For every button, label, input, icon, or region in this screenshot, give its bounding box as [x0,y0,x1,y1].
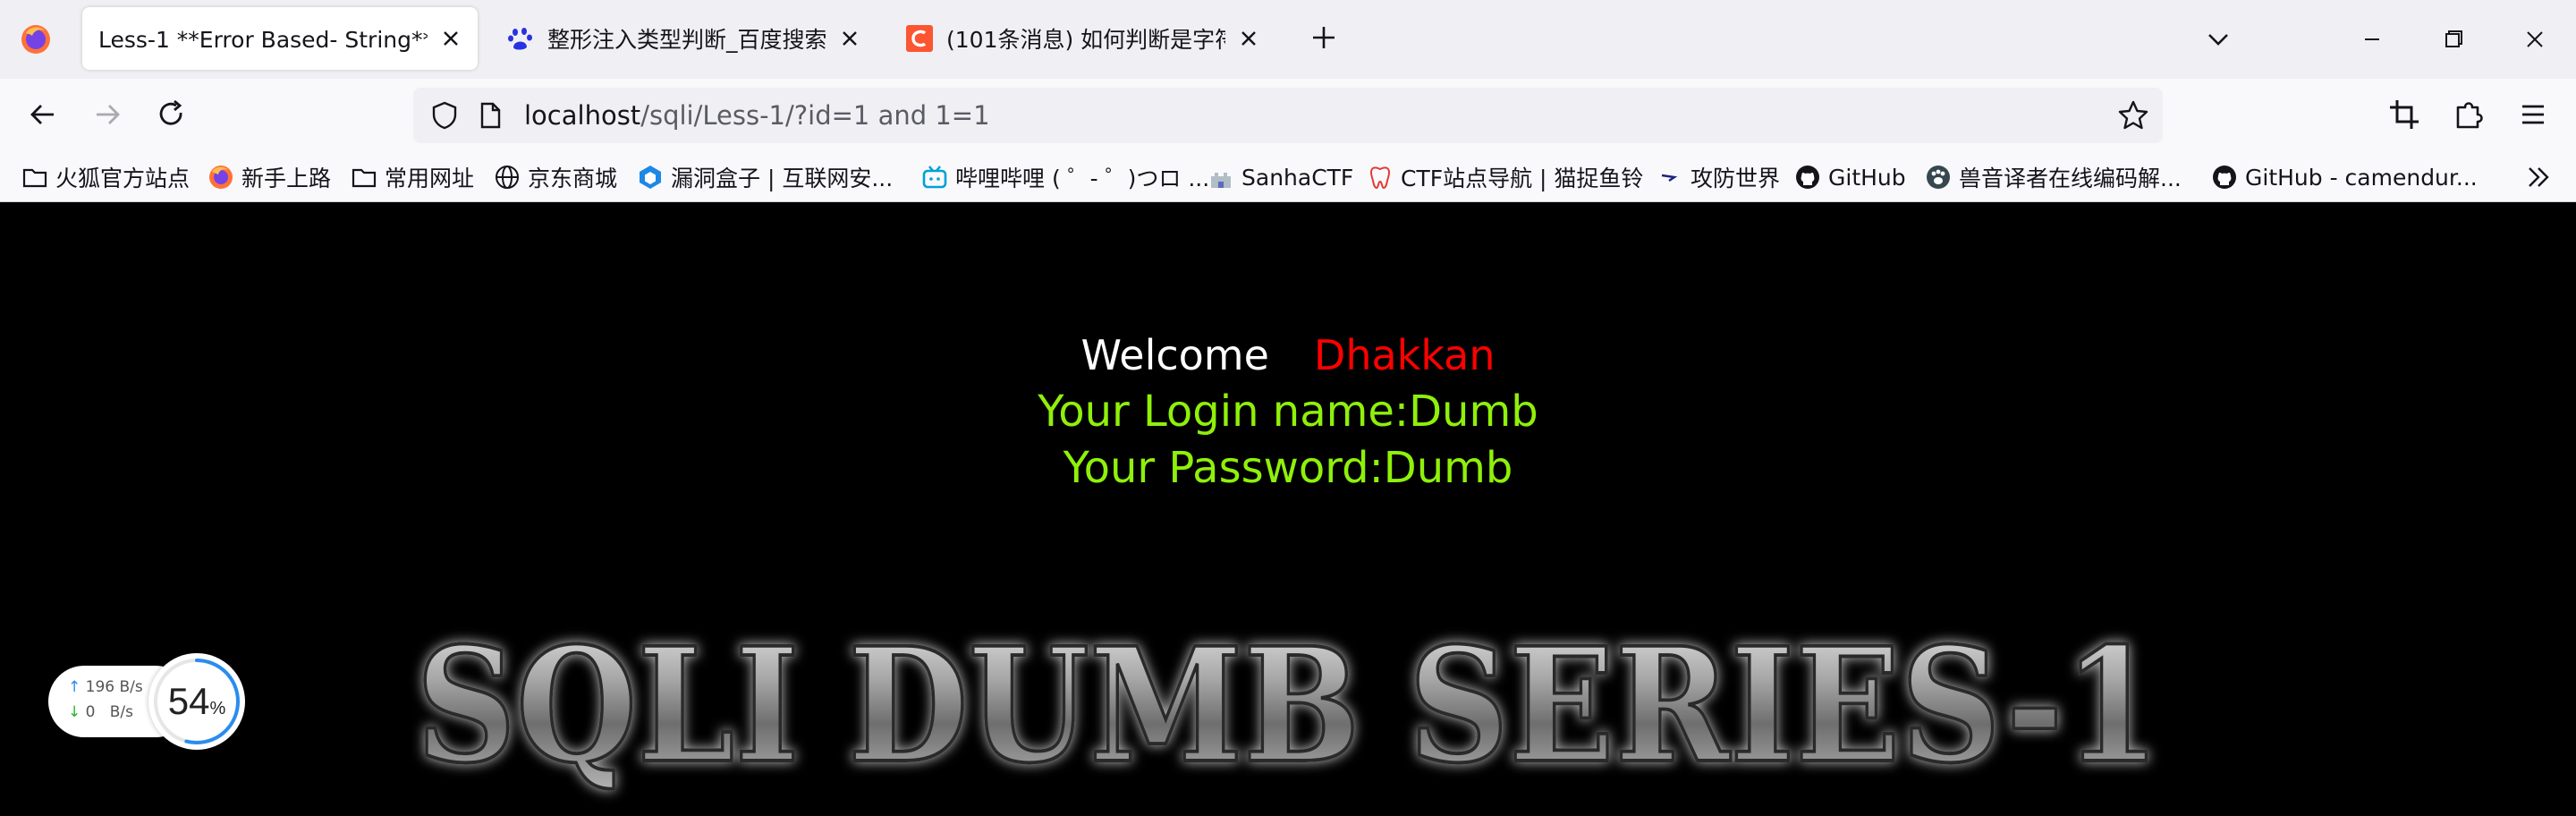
close-tab-icon[interactable] [1233,22,1265,55]
bookmark-label: 哔哩哔哩 ( ゜- ゜)つロ ... [955,166,1210,191]
close-tab-icon[interactable] [834,22,866,55]
download-speed-value: 0 [85,703,96,721]
more-bookmarks-chevron-icon[interactable] [2521,161,2556,193]
download-arrow-icon: ↓ [68,703,81,721]
bookmark-label: 京东商城 [528,166,618,191]
tracking-protection-shield-icon[interactable] [429,100,460,131]
url-text[interactable]: localhost/sqli/Less-1/?id=1 and 1=1 [524,100,990,131]
bookmark-item[interactable]: 常用网址 [351,159,474,195]
bookmark-item[interactable]: 京东商城 [494,159,617,195]
welcome-text: Welcome [1080,331,1269,379]
folder-icon [352,168,377,188]
tab-title: (101条消息) 如何判断是字符型 [946,27,1225,53]
tab-title: Less-1 **Error Based- String** [98,27,428,53]
close-window-icon[interactable] [2508,16,2562,63]
back-arrow-icon[interactable] [21,93,64,136]
bookmark-label: 常用网址 [385,166,475,191]
tab-active[interactable]: Less-1 **Error Based- String** [82,7,478,70]
network-speed-widget[interactable]: ↑ 196 B/s ↓ 0 B/s 54% [48,653,245,750]
bookmark-label: 漏洞盒子 | 互联网安... [671,166,894,191]
restore-icon[interactable] [2426,16,2479,63]
bookmark-item[interactable]: GitHub - camendur... [2211,159,2478,195]
bookmark-star-icon[interactable] [2116,98,2150,132]
upload-speed-value: 196 B/s [85,678,143,696]
tab-csdn[interactable]: (101条消息) 如何判断是字符型 [889,7,1275,70]
download-speed-unit: B/s [109,703,133,721]
csdn-icon [906,25,933,52]
nav-bar: localhost/sqli/Less-1/?id=1 and 1=1 [0,79,2576,152]
password-result: Your Password:Dumb [1063,443,1513,493]
upload-speed: ↑ 196 B/s [68,678,143,696]
new-tab-icon[interactable] [1306,20,1342,55]
bookmark-label: GitHub - camendur... [2245,164,2478,191]
bookmark-label: 攻防世界 [1690,166,1781,191]
firefox-icon[interactable] [20,23,52,55]
bookmark-label: CTF站点导航 | 猫捉鱼铃 [1401,166,1644,191]
download-speed: ↓ 0 B/s [68,703,133,721]
github-icon [2213,166,2236,189]
paw-icon [1927,166,1950,189]
bookmark-label: GitHub [1828,164,1906,191]
bookmark-item[interactable]: SanhaCTF [1208,159,1353,195]
percent-value: 54 [167,680,210,722]
banner-text: SQLI DUMB SERIES-1 [416,613,2160,798]
bookmark-item[interactable]: 哔哩哔哩 ( ゜- ゜)つロ ... [921,159,1209,195]
arrow-icon [1661,174,1678,182]
memory-usage-percent: 54% [148,680,245,730]
memory-usage-gauge[interactable]: 54% [148,653,245,750]
percent-sign: % [209,699,226,718]
bookmark-item[interactable]: 攻防世界 [1657,159,1780,195]
login-name-result: Your Login name:Dumb [1038,387,1538,437]
folder-icon [22,168,47,188]
tab-title: 整形注入类型判断_百度搜索 [547,27,826,53]
bilibili-icon [922,166,947,189]
baidu-paw-icon [508,28,532,50]
bookmark-item[interactable]: 新手上路 [208,159,331,195]
bookmark-item[interactable]: 漏洞盒子 | 互联网安... [637,159,893,195]
bookmark-item[interactable]: GitHub [1794,159,1906,195]
welcome-line: Welcome Dhakkan [0,329,2576,381]
github-icon [1796,166,1819,189]
url-host: localhost [524,100,641,131]
forward-arrow-icon[interactable] [86,93,129,136]
bookmark-label: 新手上路 [242,166,332,191]
crop-screenshot-icon[interactable] [2383,93,2426,136]
bookmark-label: 火狐官方站点 [55,166,191,191]
sqli-dumb-series-banner: SQLI DUMB SERIES-1 [414,611,2162,800]
url-bar[interactable]: localhost/sqli/Less-1/?id=1 and 1=1 [413,88,2163,143]
bookmark-item[interactable]: CTF站点导航 | 猫捉鱼铃 [1367,159,1643,195]
bookmark-label: 兽音译者在线编码解... [1959,166,2182,191]
castle-icon [1211,173,1231,188]
page-icon[interactable] [476,101,504,130]
chevron-down-icon[interactable] [2202,23,2234,55]
firefox-icon [209,166,233,189]
welcome-username: Dhakkan [1313,331,1496,379]
bookmarks-toolbar: 火狐官方站点 新手上路 常用网址 京东商城 漏洞盒子 | 互联网安... 哔哩哔… [0,152,2576,202]
upload-arrow-icon: ↑ [68,678,81,696]
url-path: /sqli/Less-1/?id=1 and 1=1 [640,100,990,131]
tab-strip: Less-1 **Error Based- String** 整形注入类型判断_… [0,0,2576,79]
page-content: Welcome Dhakkan Your Login name:Dumb Your… [0,202,2576,816]
reload-icon[interactable] [150,93,193,136]
extensions-puzzle-icon[interactable] [2447,93,2490,136]
globe-icon [496,166,519,189]
tooth-icon [1369,166,1391,190]
minimize-icon[interactable] [2345,16,2399,63]
bookmark-item[interactable]: 火狐官方站点 [21,159,190,195]
bookmark-label: SanhaCTF [1241,164,1354,191]
menu-hamburger-icon[interactable] [2512,93,2555,136]
close-tab-icon[interactable] [435,22,467,55]
tab-baidu[interactable]: 整形注入类型判断_百度搜索 [490,7,877,70]
hexagon-icon [640,166,661,189]
bookmark-item[interactable]: 兽音译者在线编码解... [1925,159,2182,195]
